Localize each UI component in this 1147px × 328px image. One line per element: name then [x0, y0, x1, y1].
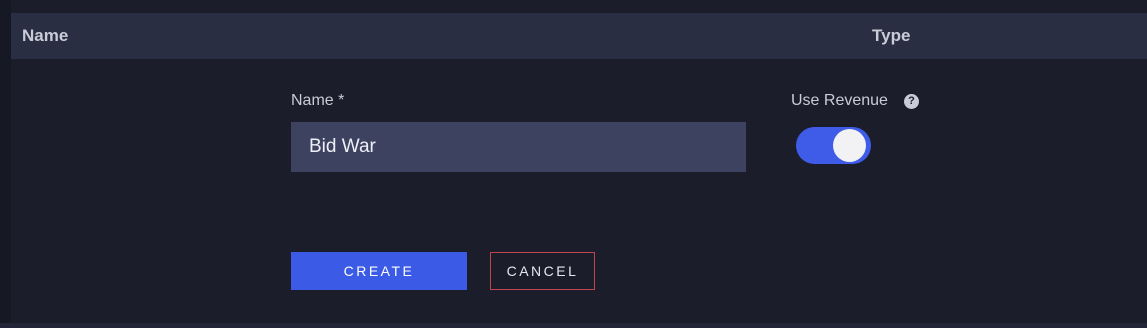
column-header-name[interactable]: Name — [11, 13, 68, 59]
next-row-edge — [0, 323, 1147, 328]
question-circle-icon[interactable]: ? — [904, 94, 919, 109]
name-field-label: Name * — [291, 92, 345, 109]
column-header-name-label: Name — [22, 26, 69, 45]
cancel-button[interactable]: CANCEL — [490, 252, 595, 290]
column-header-type[interactable]: Type — [861, 13, 910, 59]
table-header — [11, 13, 1147, 59]
toggle-knob — [833, 129, 866, 162]
left-edge — [0, 0, 11, 328]
use-revenue-toggle[interactable] — [796, 127, 871, 164]
column-header-type-label: Type — [872, 26, 911, 45]
create-button[interactable]: CREATE — [291, 252, 467, 290]
use-revenue-label: Use Revenue — [791, 92, 888, 109]
app-frame: Name Type Name * Use Revenue ? CREATE CA… — [0, 0, 1147, 328]
name-input[interactable] — [291, 122, 746, 172]
